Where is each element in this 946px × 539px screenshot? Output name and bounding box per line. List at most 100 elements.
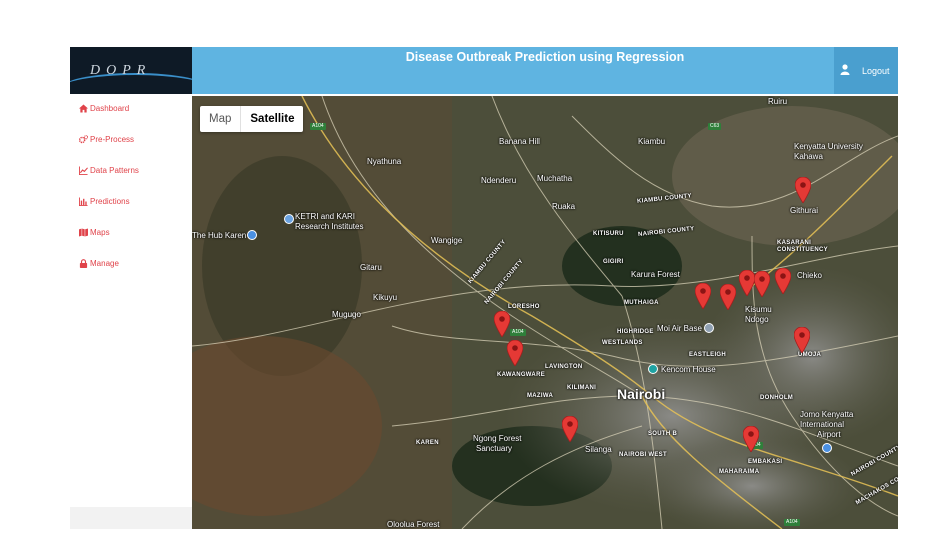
map-label: Kenyatta University xyxy=(794,142,863,151)
logout-button[interactable]: Logout xyxy=(862,66,890,76)
map-label: Ngong Forest xyxy=(473,434,522,443)
map-label: EASTLEIGH xyxy=(689,352,727,358)
header-bar: Disease Outbreak Prediction using Regres… xyxy=(192,47,898,94)
map-label: MAZIWA xyxy=(527,393,554,399)
sidebar-item-label: Data Patterns xyxy=(90,165,139,175)
map-label: WESTLANDS xyxy=(602,340,643,346)
map-view[interactable]: Map Satellite Ruiru Banana Hill Kiambu K… xyxy=(192,96,898,529)
map-label: KETRI and KARI xyxy=(295,212,356,221)
outbreak-marker-icon[interactable] xyxy=(739,270,755,296)
map-label: CONSTITUENCY xyxy=(777,247,828,253)
map-label: NAIROBI WEST xyxy=(619,452,667,458)
map-label: Ruaka xyxy=(552,202,576,211)
home-icon xyxy=(79,103,88,113)
research-poi-icon[interactable] xyxy=(284,214,294,224)
sidebar-item-dashboard[interactable]: Dashboard xyxy=(79,101,129,115)
map-label: LAVINGTON xyxy=(545,364,583,370)
map-label: Githurai xyxy=(790,206,819,215)
map-label: Kisumu xyxy=(745,305,772,314)
map-label: LORESHO xyxy=(508,304,540,310)
map-label: KAREN xyxy=(416,440,439,446)
outbreak-marker-icon[interactable] xyxy=(695,283,711,309)
map-label: GIGIRI xyxy=(603,259,624,265)
map-label: Kencom House xyxy=(661,365,716,374)
map-label: KILIMANI xyxy=(567,385,597,391)
lock-icon xyxy=(79,258,88,268)
map-label: Wangige xyxy=(431,236,463,245)
city-label-nairobi: Nairobi xyxy=(617,386,666,402)
outbreak-marker-icon[interactable] xyxy=(795,177,811,203)
outbreak-marker-icon[interactable] xyxy=(794,327,810,353)
map-label: Kiambu xyxy=(638,137,666,146)
map-label: Gitaru xyxy=(360,263,382,272)
outbreak-marker-icon[interactable] xyxy=(720,284,736,310)
sidebar-item-data-patterns[interactable]: Data Patterns xyxy=(79,163,139,177)
airport-poi-icon[interactable] xyxy=(704,323,714,333)
sidebar-item-label: Predictions xyxy=(90,196,130,206)
sidebar-item-maps[interactable]: Maps xyxy=(79,225,110,239)
map-label: KAWANGWARE xyxy=(497,372,545,378)
logo: DOPR xyxy=(70,47,192,94)
map-icon xyxy=(79,227,88,237)
road-shield: A104 xyxy=(510,329,526,336)
map-type-control: Map Satellite xyxy=(200,106,304,132)
sidebar-item-label: Pre-Process xyxy=(90,134,135,144)
map-label: International xyxy=(800,420,845,429)
map-label: Ndenderu xyxy=(481,176,517,185)
road-shield: A104 xyxy=(310,123,326,130)
sidebar-item-label: Dashboard xyxy=(90,103,130,113)
outbreak-marker-icon[interactable] xyxy=(562,416,578,442)
sidebar-item-predictions[interactable]: Predictions xyxy=(79,194,130,208)
map-type-map-button[interactable]: Map xyxy=(200,106,242,132)
outbreak-marker-icon[interactable] xyxy=(494,311,510,337)
app-window: DOPR Disease Outbreak Prediction using R… xyxy=(70,47,898,529)
sidebar-item-pre-process[interactable]: Pre-Process xyxy=(79,132,134,146)
map-label: HIGHRIDGE xyxy=(617,329,654,335)
map-label: Nyathuna xyxy=(367,157,402,166)
map-label: Airport xyxy=(817,430,841,439)
map-label: Kahawa xyxy=(794,152,823,161)
outbreak-marker-icon[interactable] xyxy=(775,268,791,294)
building-poi-icon[interactable] xyxy=(648,364,658,374)
user-menu: Logout xyxy=(834,47,898,94)
map-label: Jomo Kenyatta xyxy=(800,410,854,419)
map-label: Silanga xyxy=(585,445,612,454)
map-label: KASARANI xyxy=(777,240,812,246)
map-label: Ruiru xyxy=(768,97,788,106)
map-label: Oloolua Forest xyxy=(387,520,440,529)
map-type-satellite-button[interactable]: Satellite xyxy=(241,106,303,132)
map-label: Chieko xyxy=(797,271,822,280)
map-label: The Hub Karen xyxy=(192,231,247,240)
map-label: DONHOLM xyxy=(760,395,794,401)
map-label: Mugugo xyxy=(332,310,361,319)
map-label: Sanctuary xyxy=(476,444,513,453)
map-label: MUTHAIGA xyxy=(624,300,659,306)
airport-poi-icon[interactable] xyxy=(822,443,832,453)
map-label: Kikuyu xyxy=(373,293,398,302)
satellite-imagery xyxy=(192,96,898,529)
line-chart-icon xyxy=(79,165,88,175)
user-icon xyxy=(840,64,850,75)
outbreak-marker-icon[interactable] xyxy=(743,426,759,452)
outbreak-marker-icon[interactable] xyxy=(754,271,770,297)
poi-icon[interactable] xyxy=(247,230,257,240)
map-label: KITISURU xyxy=(593,231,624,237)
sidebar-item-label: Maps xyxy=(90,227,110,237)
sidebar-footer xyxy=(70,507,192,529)
outbreak-marker-icon[interactable] xyxy=(507,340,523,366)
logo-text: DOPR xyxy=(90,63,152,78)
sidebar-item-label: Manage xyxy=(90,258,119,268)
map-label: Ndogo xyxy=(745,315,769,324)
map-label: MAHARAIMA xyxy=(719,469,760,475)
page-title: Disease Outbreak Prediction using Regres… xyxy=(405,50,685,64)
map-label: SOUTH B xyxy=(648,431,678,437)
map-label: Research Institutes xyxy=(295,222,364,231)
sidebar: Dashboard Pre-Process Data Patterns Pred… xyxy=(70,94,192,529)
road-shield: C63 xyxy=(708,123,722,130)
map-label: Moi Air Base xyxy=(657,324,702,333)
map-label: Banana Hill xyxy=(499,137,540,146)
sidebar-item-manage[interactable]: Manage xyxy=(79,256,119,270)
map-label: Muchatha xyxy=(537,174,573,183)
bar-chart-icon xyxy=(79,196,88,206)
map-label: Karura Forest xyxy=(631,270,680,279)
